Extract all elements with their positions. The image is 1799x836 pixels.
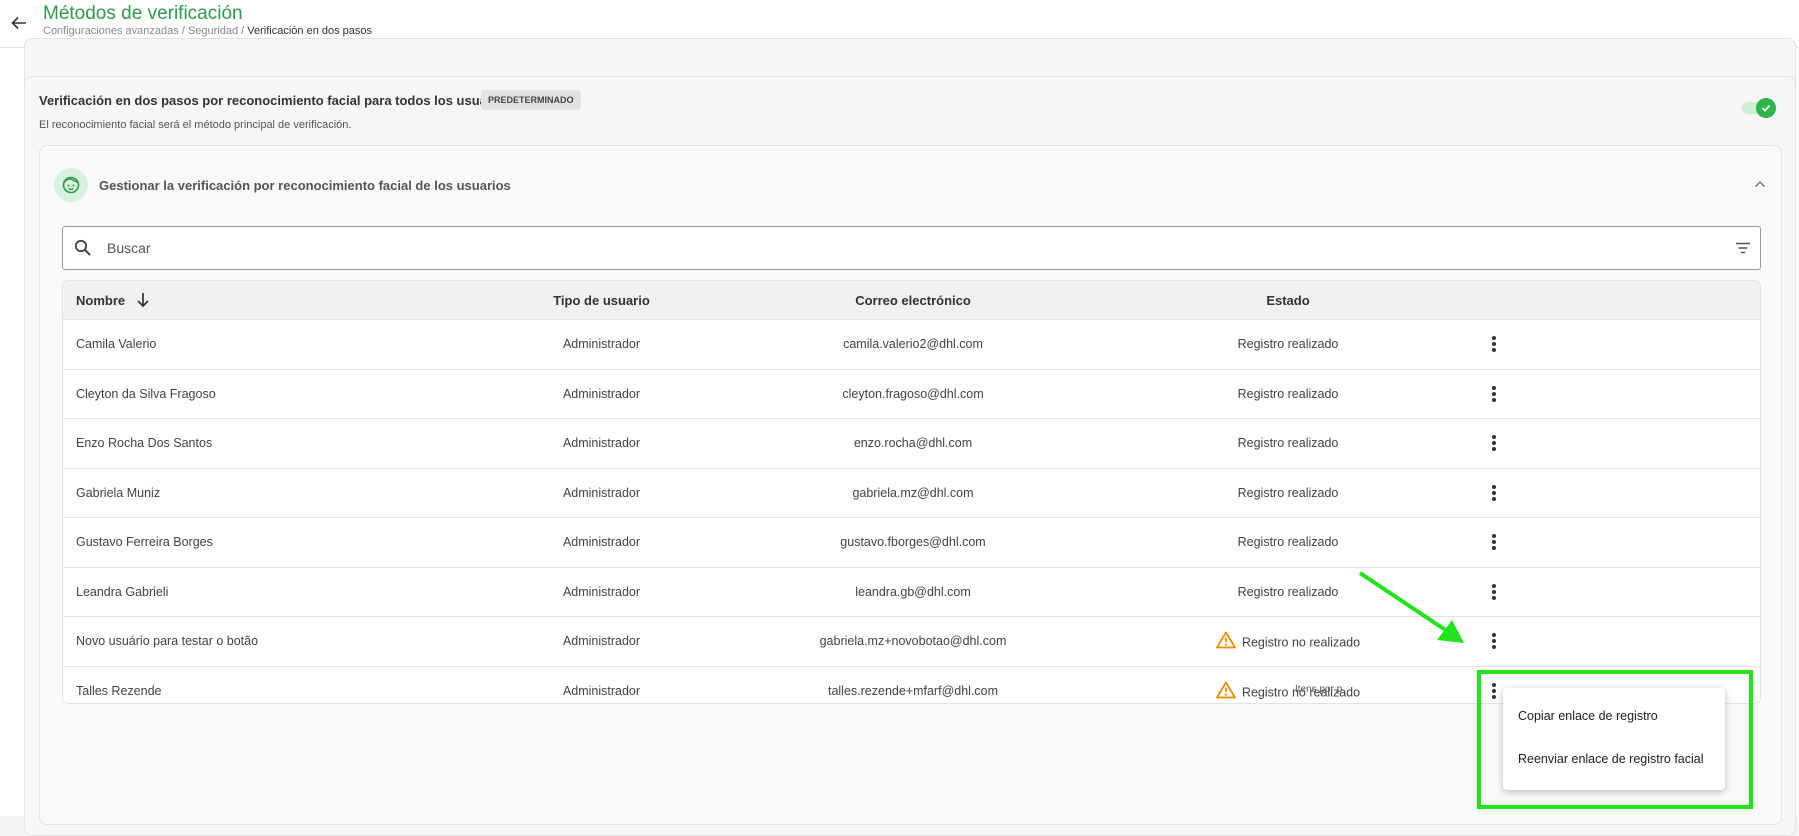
user-email: gustavo.fborges@dhl.com	[840, 535, 986, 549]
more-options-icon[interactable]	[1483, 383, 1505, 405]
user-type: Administrador	[562, 683, 641, 698]
column-header-name[interactable]: Nombre	[76, 293, 125, 308]
table-row: Novo usuário para testar o botão Administ…	[63, 617, 1760, 667]
user-name: Camila Valerio	[76, 337, 157, 351]
pagination-label: Itens por p	[1295, 684, 1343, 695]
column-header-state: Estado	[1266, 293, 1310, 308]
user-email: enzo.rocha@dhl.com	[853, 436, 973, 450]
user-name: Talles Rezende	[76, 683, 162, 698]
annotation-highlight-box	[1477, 670, 1753, 809]
user-type: Administrador	[562, 584, 641, 599]
user-name: Novo usuário para testar o botão	[76, 634, 259, 648]
registration-status: Registro realizado	[1193, 486, 1383, 500]
registration-status: Registro realizado	[1193, 387, 1383, 401]
user-type: Administrador	[562, 337, 641, 351]
more-options-icon[interactable]	[1483, 630, 1505, 652]
breadcrumb-item-advanced[interactable]: Configuraciones avanzadas	[43, 25, 179, 37]
face-icon	[54, 168, 88, 202]
filter-icon[interactable]	[1734, 239, 1752, 262]
check-icon	[1756, 98, 1776, 118]
more-options-icon[interactable]	[1483, 432, 1505, 454]
user-type: Administrador	[562, 535, 641, 549]
back-arrow-icon[interactable]	[4, 8, 34, 38]
table-row: Enzo Rocha Dos Santos Administrador enzo.r…	[63, 419, 1760, 469]
section-title: Verificación en dos pasos por reconocimi…	[39, 93, 511, 108]
table-row: Cleyton da Silva Fragoso Administrador cle…	[63, 369, 1760, 419]
registration-status: Registro realizado	[1193, 436, 1383, 450]
warning-icon	[1216, 681, 1236, 702]
chevron-up-icon[interactable]	[1753, 176, 1769, 190]
breadcrumb-item-security[interactable]: Seguridad	[188, 25, 238, 37]
user-email: gabriela.mz+novobotao@dhl.com	[819, 634, 1007, 648]
user-type: Administrador	[562, 436, 641, 450]
registration-status: Registro no realizado	[1193, 631, 1383, 652]
user-name: Enzo Rocha Dos Santos	[76, 436, 213, 450]
registration-status: Registro realizado	[1193, 337, 1383, 351]
status-text: Registro realizado	[1237, 436, 1339, 450]
breadcrumb-separator: /	[178, 25, 188, 37]
breadcrumb-current: Verificación en dos pasos	[247, 25, 373, 37]
user-name: Cleyton da Silva Fragoso	[76, 386, 216, 401]
section-description: El reconocimiento facial será el método …	[39, 119, 352, 131]
table-row: Camila Valerio Administrador camila.valeri…	[63, 320, 1760, 370]
more-options-icon[interactable]	[1483, 581, 1505, 603]
status-text: Registro realizado	[1237, 584, 1339, 599]
search-icon	[73, 238, 93, 263]
user-type: Administrador	[562, 386, 641, 401]
status-text: Registro realizado	[1237, 535, 1339, 549]
warning-icon	[1216, 631, 1236, 652]
arrow-down-sort-icon[interactable]	[135, 291, 151, 314]
more-options-icon[interactable]	[1483, 333, 1505, 355]
table-row: Gustavo Ferreira Borges Administrador gust…	[63, 518, 1760, 568]
user-email: talles.rezende+mfarf@dhl.com	[827, 683, 999, 698]
table-header: Nombre Tipo de usuario Correo electrónic…	[63, 281, 1760, 320]
user-email: camila.valerio2@dhl.com	[843, 337, 983, 351]
accordion-header[interactable]: Gestionar la verificación por reconocimi…	[40, 146, 1781, 218]
status-text: Registro realizado	[1237, 337, 1339, 351]
more-options-icon[interactable]	[1483, 482, 1505, 504]
column-header-email: Correo electrónico	[855, 293, 971, 308]
more-options-icon[interactable]	[1483, 531, 1505, 553]
user-type: Administrador	[562, 485, 641, 500]
default-badge: PREDETERMINADO	[481, 90, 581, 110]
user-type: Administrador	[562, 634, 641, 648]
table-row: Gabriela Muniz Administrador gabriela.mz@d…	[63, 468, 1760, 518]
column-header-type: Tipo de usuario	[553, 293, 650, 308]
user-name: Gustavo Ferreira Borges	[76, 535, 213, 549]
search-input[interactable]	[107, 233, 1707, 263]
status-text: Registro realizado	[1237, 485, 1339, 500]
breadcrumb-separator: /	[238, 25, 248, 37]
registration-status: Registro realizado	[1193, 535, 1383, 549]
search-bar	[62, 226, 1761, 270]
user-email: gabriela.mz@dhl.com	[852, 485, 974, 500]
registration-status: Registro no realizado	[1193, 681, 1383, 702]
table-row: Leandra Gabrieli Administrador leandra.gb@…	[63, 567, 1760, 617]
accordion-title: Gestionar la verificación por reconocimi…	[99, 178, 511, 193]
facial-verification-toggle[interactable]	[1742, 98, 1776, 118]
user-email: cleyton.fragoso@dhl.com	[842, 386, 984, 401]
breadcrumb: Configuraciones avanzadas / Seguridad / …	[43, 25, 372, 37]
users-table: Nombre Tipo de usuario Correo electrónic…	[62, 280, 1761, 704]
registration-status: Registro realizado	[1193, 585, 1383, 599]
page-title: Métodos de verificación	[43, 3, 243, 24]
user-email: leandra.gb@dhl.com	[855, 584, 971, 599]
user-name: Gabriela Muniz	[76, 485, 161, 500]
status-text: Registro no realizado	[1241, 635, 1361, 650]
status-text: Registro realizado	[1237, 386, 1339, 401]
user-name: Leandra Gabrieli	[76, 584, 169, 599]
